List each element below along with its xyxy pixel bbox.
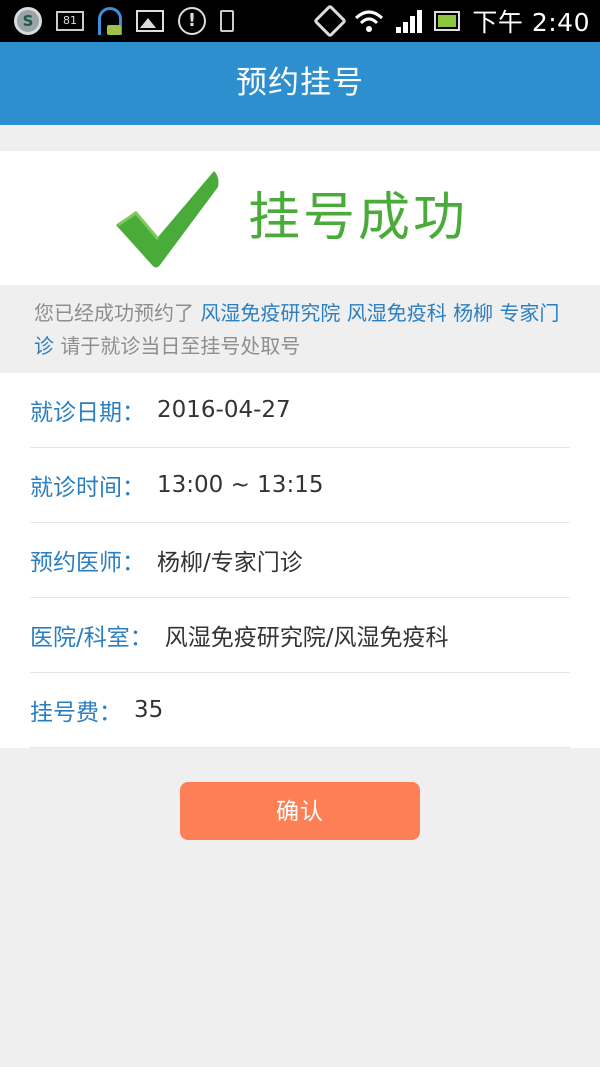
security-app-icon: S bbox=[14, 7, 42, 35]
detail-row-hospital: 医院/科室： 风湿免疫研究院/风湿免疫科 bbox=[30, 598, 570, 673]
success-card: 挂号成功 bbox=[0, 151, 600, 285]
detail-value: 35 bbox=[134, 697, 164, 723]
notice-doctor: 杨柳 bbox=[453, 301, 494, 325]
notice-department: 风湿免疫科 bbox=[346, 301, 447, 325]
detail-label: 挂号费： bbox=[30, 700, 122, 726]
signal-icon bbox=[396, 9, 423, 33]
detail-value: 杨柳/专家门诊 bbox=[157, 550, 303, 576]
detail-label: 就诊时间： bbox=[30, 475, 145, 501]
detail-value: 风湿免疫研究院/风湿免疫科 bbox=[164, 625, 449, 651]
detail-row-time: 就诊时间： 13:00 ~ 13:15 bbox=[30, 448, 570, 523]
battery-icon bbox=[434, 11, 461, 31]
status-time: 下午 2:40 bbox=[472, 8, 590, 37]
detail-row-date: 就诊日期： 2016-04-27 bbox=[30, 373, 570, 448]
notification-badge-icon: 81 bbox=[56, 11, 84, 31]
notice-prefix: 您已经成功预约了 bbox=[34, 301, 194, 325]
booking-notice: 您已经成功预约了 风湿免疫研究院 风湿免疫科 杨柳 专家门诊 请于就诊当日至挂号… bbox=[0, 285, 600, 373]
check-icon bbox=[116, 171, 219, 268]
appointment-details: 就诊日期： 2016-04-27 就诊时间： 13:00 ~ 13:15 预约医… bbox=[0, 373, 600, 748]
title-bar: 预约挂号 bbox=[0, 42, 600, 125]
notice-hospital: 风湿免疫研究院 bbox=[200, 301, 341, 325]
detail-label: 医院/科室： bbox=[30, 625, 153, 651]
detail-label: 预约医师： bbox=[30, 550, 145, 576]
image-icon bbox=[136, 10, 164, 32]
status-bar-left-icons: S 81 ! bbox=[14, 6, 234, 36]
notice-suffix: 请于就诊当日至挂号处取号 bbox=[60, 334, 301, 358]
success-title: 挂号成功 bbox=[248, 188, 469, 248]
status-bar-right-icons: 下午 2:40 bbox=[313, 4, 590, 38]
page-title: 预约挂号 bbox=[236, 65, 364, 101]
detail-row-doctor: 预约医师： 杨柳/专家门诊 bbox=[30, 523, 570, 598]
confirm-button[interactable]: 确认 bbox=[180, 782, 420, 840]
detail-value: 13:00 ~ 13:15 bbox=[157, 472, 324, 498]
detail-label: 就诊日期： bbox=[30, 400, 145, 426]
detail-value: 2016-04-27 bbox=[157, 397, 291, 423]
alert-icon: ! bbox=[178, 7, 206, 35]
detail-row-fee: 挂号费： 35 bbox=[30, 673, 570, 748]
status-bar: S 81 ! 下午 2:40 bbox=[0, 0, 600, 42]
wifi-icon bbox=[355, 10, 384, 32]
headset-icon bbox=[98, 7, 122, 35]
phone-icon bbox=[220, 10, 234, 32]
vibrate-icon bbox=[313, 4, 348, 38]
